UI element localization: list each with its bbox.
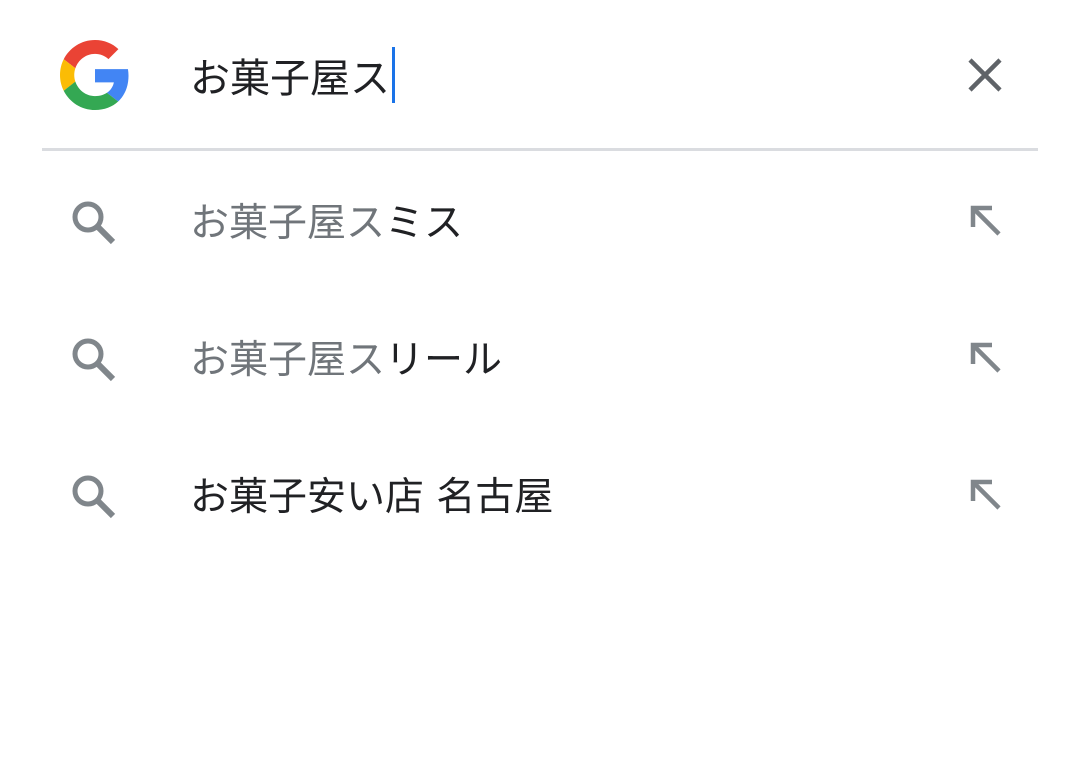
suggestion-completion: お菓子安い店 名古屋 — [190, 475, 554, 520]
suggestion-completion: リール — [385, 338, 503, 383]
suggestion-item[interactable]: お菓子安い店 名古屋 — [0, 425, 1080, 562]
search-icon — [72, 201, 116, 245]
search-icon — [72, 475, 116, 519]
fill-query-button[interactable] — [962, 471, 1010, 519]
search-icon — [72, 338, 116, 382]
arrow-up-left-icon — [970, 479, 1001, 510]
suggestion-prefix: お菓子屋ス — [190, 338, 386, 383]
close-icon — [968, 58, 1002, 92]
suggestion-item[interactable]: お菓子屋ス ミス — [0, 151, 1080, 288]
suggestion-item[interactable]: お菓子屋ス リール — [0, 288, 1080, 425]
suggestion-text: お菓子屋ス ミス — [190, 195, 464, 246]
arrow-up-left-icon — [970, 205, 1001, 236]
suggestion-completion: ミス — [385, 201, 464, 246]
fill-query-button[interactable] — [962, 334, 1010, 382]
arrow-up-left-icon — [970, 342, 1001, 373]
clear-button[interactable] — [960, 50, 1010, 100]
text-cursor — [392, 47, 395, 103]
search-query-text: お菓子屋ス — [190, 56, 390, 102]
search-bar: お菓子屋ス — [0, 0, 1080, 150]
fill-query-button[interactable] — [962, 197, 1010, 245]
search-input[interactable]: お菓子屋ス — [190, 46, 395, 104]
suggestion-text: お菓子屋ス リール — [190, 332, 503, 383]
suggestion-prefix: お菓子屋ス — [190, 201, 386, 246]
google-g-logo-icon — [60, 40, 129, 110]
suggestion-text: お菓子安い店 名古屋 — [190, 469, 554, 520]
suggestion-list: お菓子屋ス ミス お菓子屋ス リール お菓子安い店 名古屋 — [0, 151, 1080, 562]
